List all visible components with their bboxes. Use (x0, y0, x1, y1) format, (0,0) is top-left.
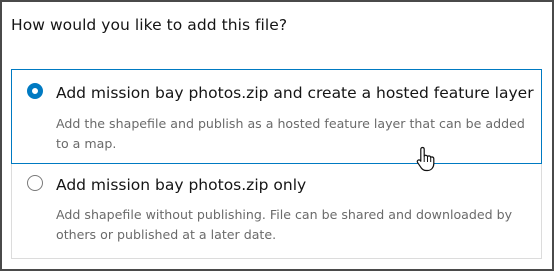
hand-pointer-icon (416, 146, 435, 172)
option-title: Add mission bay photos.zip and create a … (56, 84, 534, 102)
dialog-question: How would you like to add this file? (11, 16, 288, 34)
option-add-file-only[interactable]: Add mission bay photos.zip only Add shap… (11, 164, 542, 259)
option-title: Add mission bay photos.zip only (56, 176, 307, 194)
add-option-radio-group: Add mission bay photos.zip and create a … (11, 69, 542, 259)
radio-selected-icon[interactable] (27, 83, 43, 99)
radio-unselected-icon[interactable] (27, 175, 43, 191)
option-create-hosted-feature-layer[interactable]: Add mission bay photos.zip and create a … (11, 69, 542, 164)
add-file-dialog: How would you like to add this file? Add… (0, 0, 554, 271)
option-description: Add the shapefile and publish as a hoste… (56, 116, 525, 151)
option-description: Add shapefile without publishing. File c… (56, 207, 513, 242)
